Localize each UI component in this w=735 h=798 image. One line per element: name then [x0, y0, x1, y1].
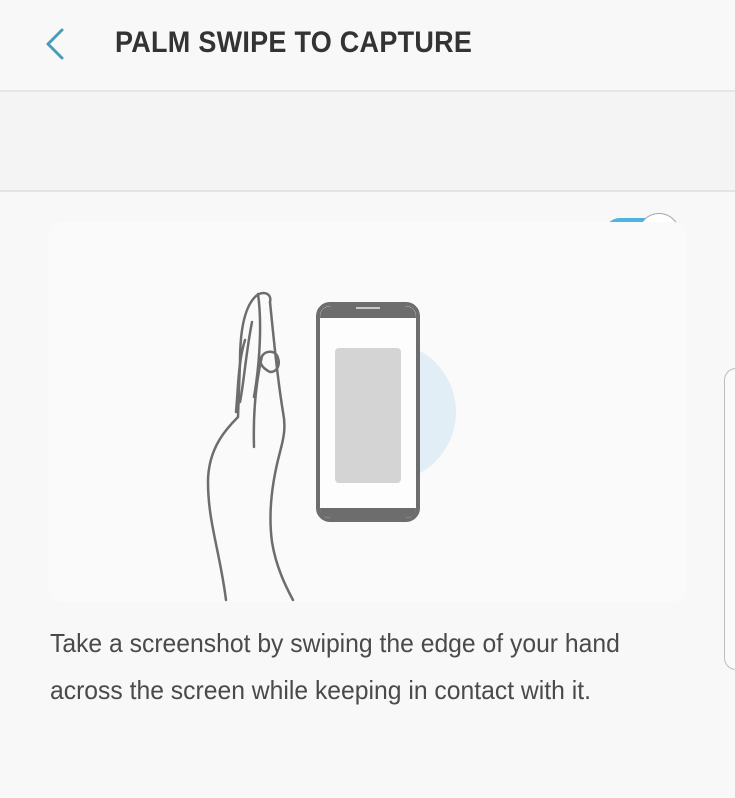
app-bar: PALM SWIPE TO CAPTURE	[0, 0, 735, 90]
master-switch-bar[interactable]: ON	[0, 92, 735, 255]
palm-swipe-illustration	[206, 291, 456, 602]
phone-icon	[316, 302, 420, 522]
edge-panel-handle[interactable]	[724, 368, 735, 670]
chevron-left-icon	[46, 28, 64, 60]
back-button[interactable]	[38, 24, 78, 64]
description-text: Take a screenshot by swiping the edge of…	[50, 628, 620, 705]
divider	[0, 190, 735, 192]
page-title: PALM SWIPE TO CAPTURE	[115, 26, 473, 59]
hand-icon	[206, 291, 295, 602]
